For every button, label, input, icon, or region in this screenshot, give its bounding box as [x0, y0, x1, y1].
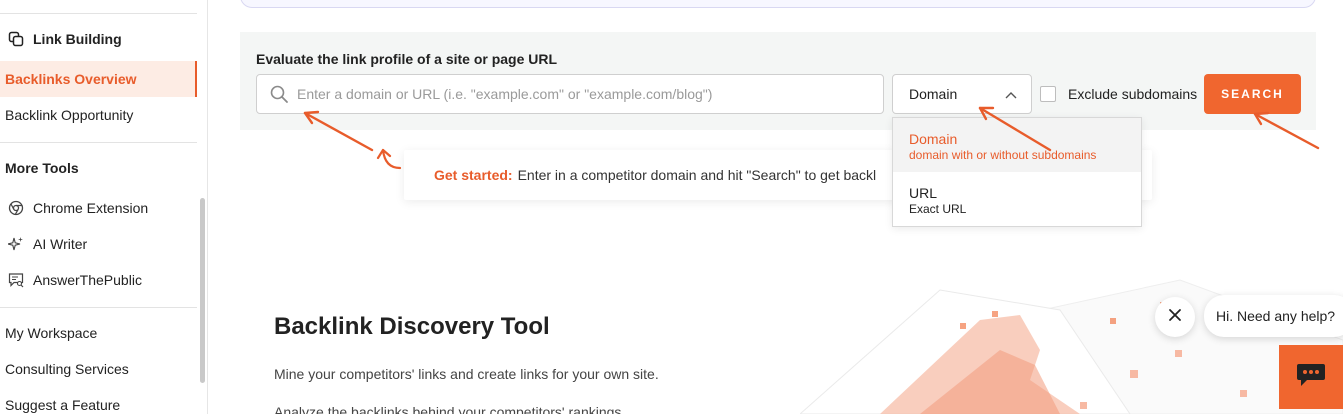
- sidebar-item-label: Link Building: [33, 31, 122, 47]
- sidebar-item-consulting-services[interactable]: Consulting Services: [0, 351, 197, 387]
- dropdown-option-subtitle: domain with or without subdomains: [909, 148, 1097, 162]
- sidebar-item-label: Backlink Opportunity: [5, 107, 134, 123]
- copy-icon: [7, 30, 25, 48]
- sidebar-item-chrome-extension[interactable]: Chrome Extension: [0, 190, 197, 226]
- chrome-icon: [7, 199, 25, 217]
- sidebar-item-backlink-opportunity[interactable]: Backlink Opportunity: [0, 97, 197, 133]
- sidebar-scrollbar[interactable]: [200, 198, 205, 383]
- chat-close-button[interactable]: [1155, 297, 1195, 337]
- sidebar-item-backlinks-overview[interactable]: Backlinks Overview: [0, 61, 197, 97]
- hero-description: Mine your competitors' links and create …: [274, 366, 659, 382]
- sidebar-item-label: Consulting Services: [5, 361, 129, 377]
- chat-launcher-button[interactable]: [1279, 345, 1343, 409]
- search-input[interactable]: [297, 86, 857, 102]
- curved-arrow: [376, 148, 402, 170]
- hero-title: Backlink Discovery Tool: [274, 313, 550, 340]
- get-started-text: Enter in a competitor domain and hit "Se…: [517, 167, 877, 183]
- dropdown-option-subtitle: Exact URL: [909, 202, 967, 216]
- search-type-select[interactable]: Domain: [892, 74, 1032, 114]
- exclude-subdomains-toggle[interactable]: Exclude subdomains: [1040, 86, 1197, 102]
- sidebar-item-link-building[interactable]: Link Building: [0, 21, 197, 57]
- sidebar-item-my-workspace[interactable]: My Workspace: [0, 315, 197, 351]
- dropdown-option-url[interactable]: URL Exact URL: [893, 172, 1141, 226]
- page: Link Building Backlinks Overview Backlin…: [0, 0, 1343, 414]
- sidebar-item-suggest-feature[interactable]: Suggest a Feature: [0, 387, 197, 414]
- sparkle-icon: [7, 235, 25, 253]
- dashboard-illustration: [800, 279, 1343, 414]
- exclude-subdomains-checkbox[interactable]: [1040, 86, 1056, 102]
- chat-greeting-bubble[interactable]: Hi. Need any help?: [1204, 295, 1343, 337]
- search-icon: [269, 84, 289, 104]
- sidebar-item-label: Chrome Extension: [33, 200, 149, 216]
- sidebar-item-label: AnswerThePublic: [33, 272, 142, 288]
- search-box[interactable]: [256, 74, 884, 114]
- chat-icon: [1295, 360, 1327, 395]
- top-banner: [240, 0, 1316, 8]
- sidebar: Link Building Backlinks Overview Backlin…: [0, 0, 208, 414]
- sidebar-item-label: Suggest a Feature: [5, 397, 121, 413]
- sidebar-item-label: My Workspace: [5, 325, 98, 341]
- chevron-up-icon: [1005, 86, 1017, 102]
- close-icon: [1168, 308, 1182, 327]
- sidebar-item-label: AI Writer: [33, 236, 88, 252]
- get-started-label: Get started:: [434, 167, 513, 183]
- dropdown-option-domain[interactable]: Domain domain with or without subdomains: [893, 118, 1141, 172]
- chat-greeting-text: Hi. Need any help?: [1216, 308, 1336, 324]
- hero-description-secondary: Analyze the backlinks behind your compet…: [274, 404, 622, 414]
- search-type-dropdown: Domain domain with or without subdomains…: [892, 117, 1142, 227]
- sidebar-divider: [0, 13, 197, 14]
- dropdown-option-title: URL: [909, 185, 938, 201]
- search-type-value: Domain: [909, 86, 958, 102]
- sidebar-item-label: Backlinks Overview: [5, 71, 137, 87]
- sidebar-divider: [0, 307, 197, 308]
- search-panel-label: Evaluate the link profile of a site or p…: [256, 51, 558, 67]
- dropdown-option-title: Domain: [909, 131, 958, 147]
- sidebar-divider: [0, 142, 197, 143]
- sidebar-item-answer-the-public[interactable]: AnswerThePublic: [0, 262, 197, 298]
- search-button[interactable]: SEARCH: [1204, 74, 1301, 114]
- chat-search-icon: [7, 271, 25, 289]
- exclude-subdomains-label: Exclude subdomains: [1068, 86, 1198, 102]
- sidebar-item-ai-writer[interactable]: AI Writer: [0, 226, 197, 262]
- sidebar-section-more-tools: More Tools: [5, 160, 79, 176]
